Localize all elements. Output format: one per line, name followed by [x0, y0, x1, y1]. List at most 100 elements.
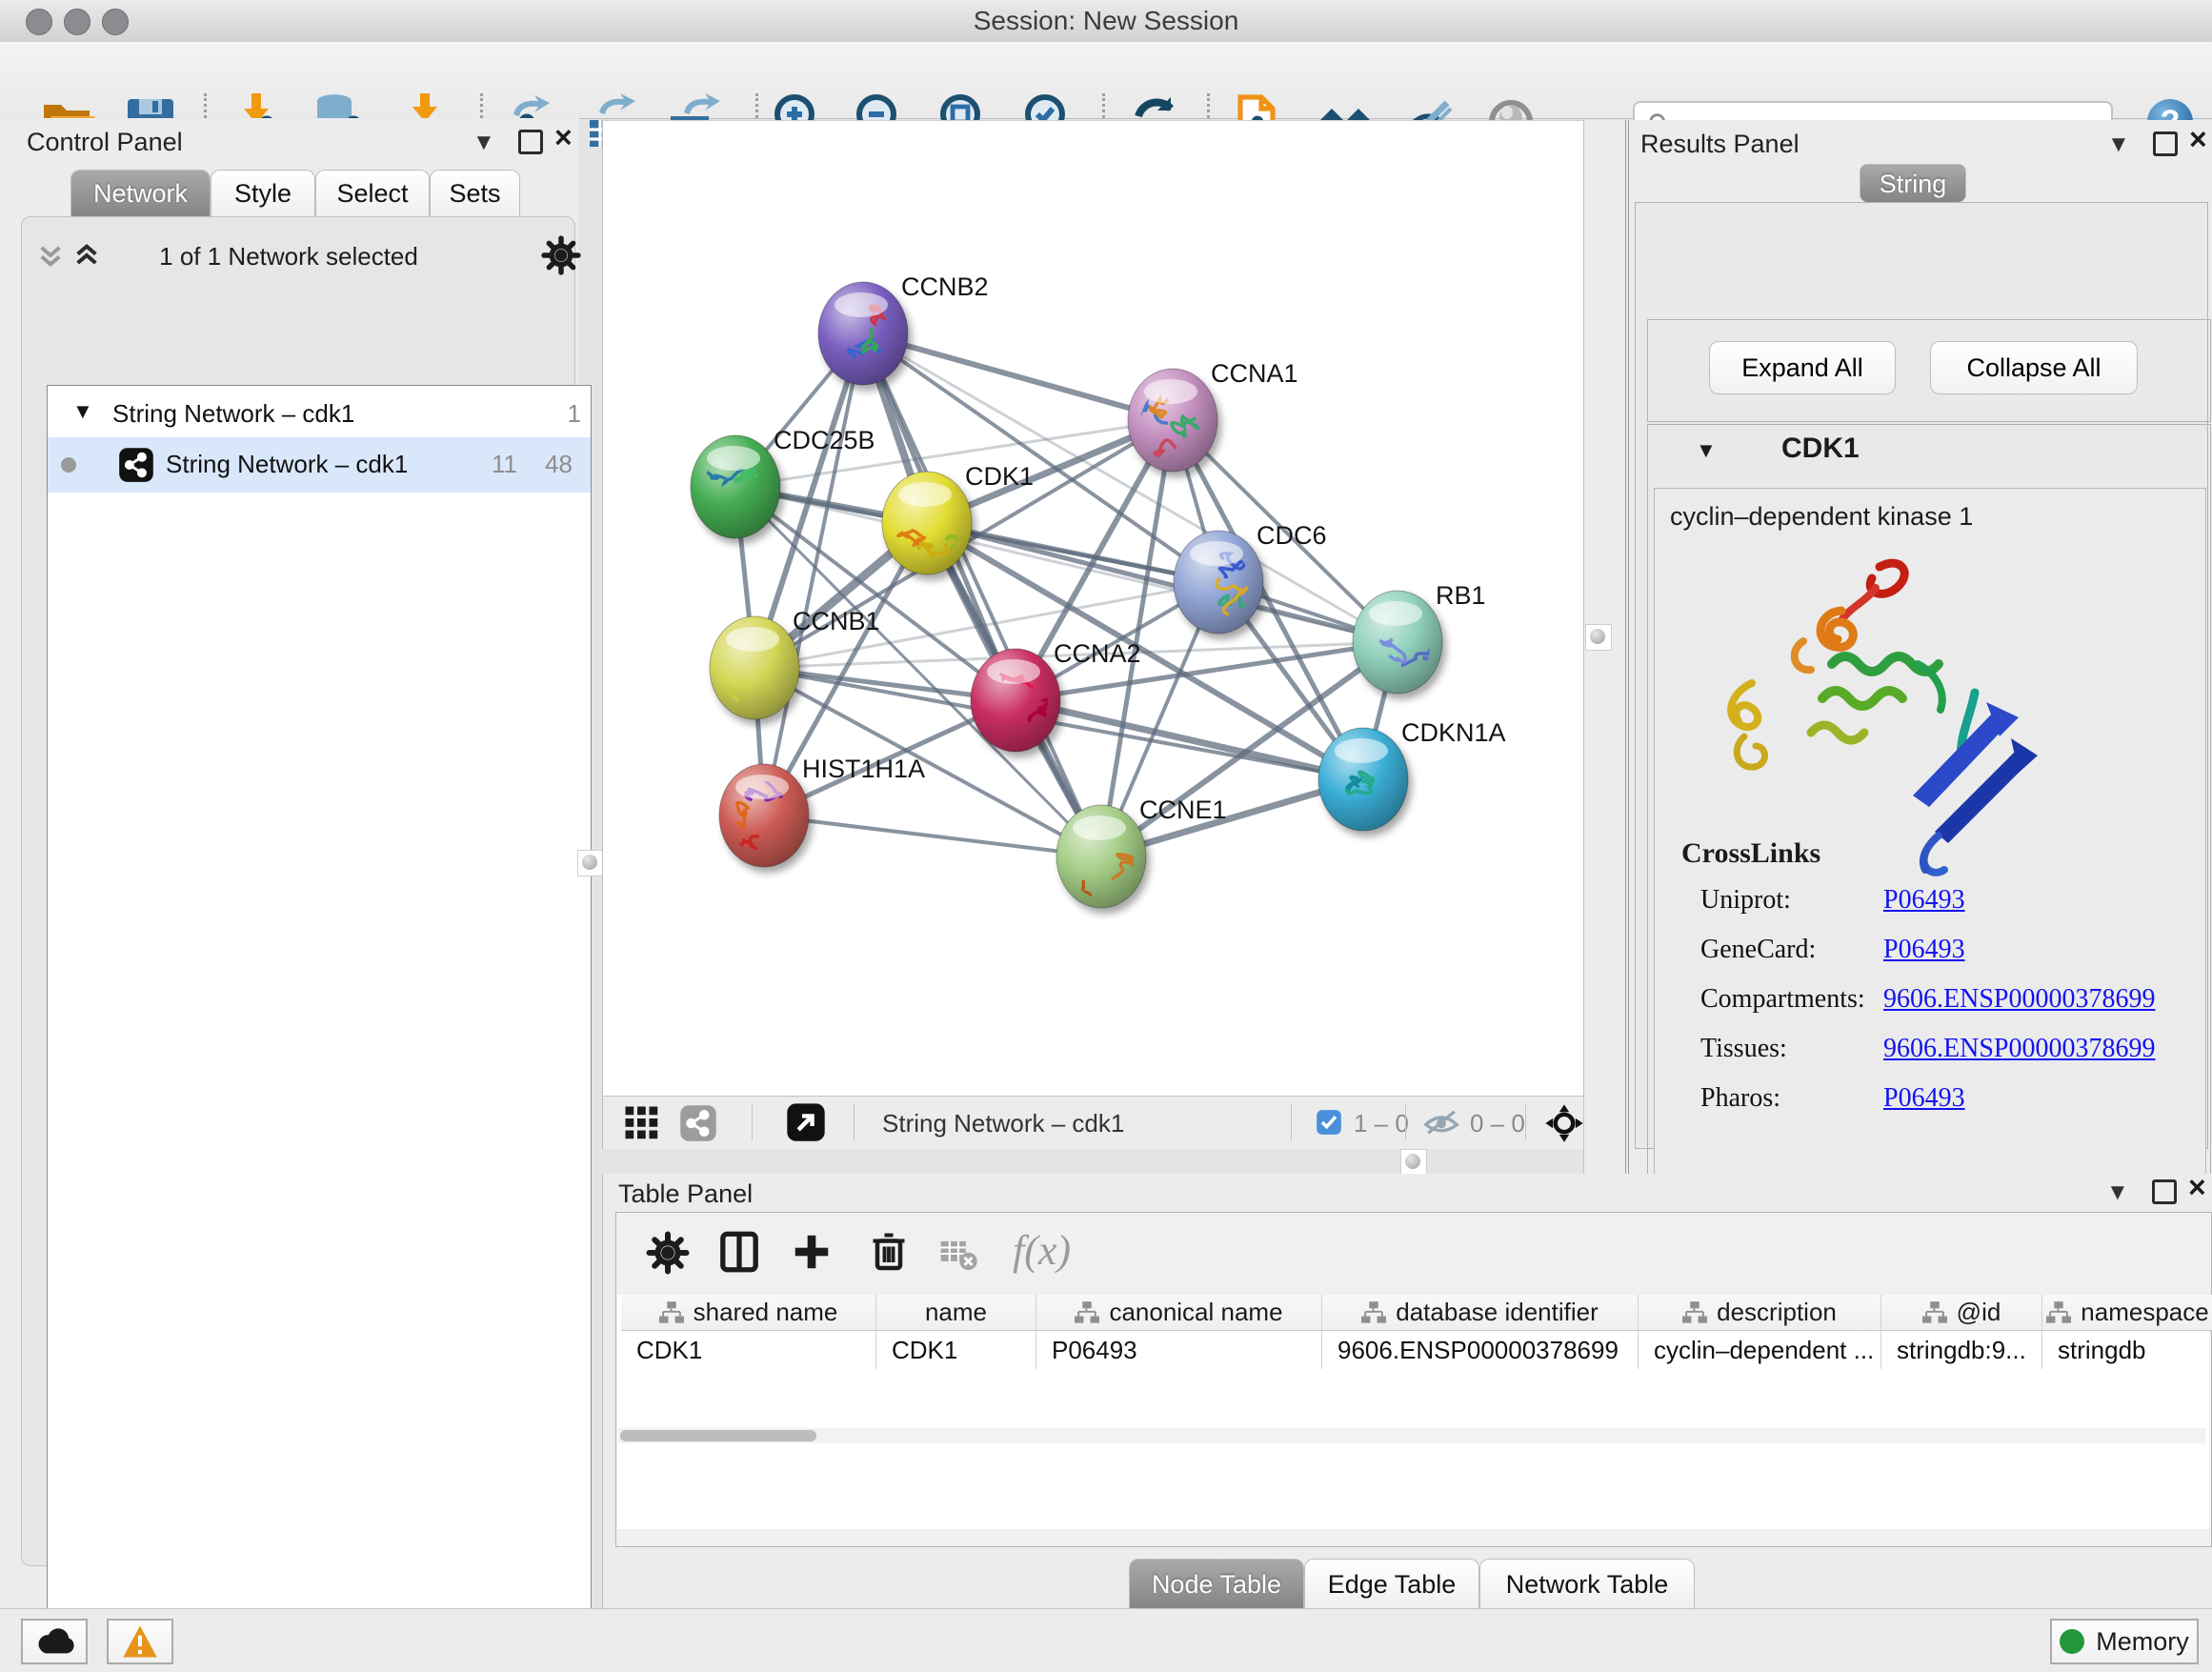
delete-table-icon[interactable] [938, 1234, 978, 1274]
string-view-icon[interactable] [679, 1104, 717, 1142]
node-label-CDK1: CDK1 [965, 462, 1034, 491]
status-bar: Memory [0, 1608, 2212, 1672]
expand-all-networks-icon[interactable] [71, 240, 102, 271]
expand-all-button[interactable]: Expand All [1709, 341, 1896, 394]
hidden-eye-slash-icon[interactable] [1422, 1108, 1460, 1137]
float-panel-icon[interactable] [518, 130, 543, 154]
delete-column-icon[interactable] [866, 1228, 912, 1274]
table-cell[interactable]: P06493 [1036, 1331, 1322, 1369]
tab-network[interactable]: Network [70, 170, 211, 216]
table-cell[interactable]: stringdb [2042, 1331, 2212, 1369]
warning-status-button[interactable] [107, 1619, 173, 1664]
open-external-icon[interactable] [786, 1102, 826, 1142]
panel-menu-icon[interactable]: ▼ [473, 130, 495, 156]
close-panel-icon[interactable]: × [554, 120, 573, 155]
tab-node-table[interactable]: Node Table [1129, 1559, 1304, 1608]
network-node-CDK1[interactable] [882, 472, 975, 574]
crosslink-link[interactable]: P06493 [1883, 935, 1965, 965]
panel-menu-icon[interactable]: ▼ [2106, 1179, 2129, 1206]
table-cell[interactable]: 9606.ENSP00000378699 [1322, 1331, 1639, 1369]
string-results-container: Expand All Collapse All ▼ CDK1 cyclin–de… [1635, 202, 2208, 1149]
cloud-status-button[interactable] [21, 1619, 88, 1664]
node-label-CCNA1: CCNA1 [1211, 359, 1298, 388]
network-node-CCNB2[interactable] [818, 282, 908, 385]
float-panel-icon[interactable] [2152, 1179, 2177, 1204]
column-header-canonical-name[interactable]: canonical name [1036, 1295, 1322, 1331]
network-node-CDC25B[interactable] [691, 435, 780, 538]
network-tree: ▼ String Network – cdk1 1 String Network… [47, 385, 592, 1662]
network-selection-summary: 1 of 1 Network selected [127, 242, 451, 272]
node-table-container: f(x) shared namenamecanonical namedataba… [615, 1212, 2212, 1547]
column-header-@id[interactable]: @id [1881, 1295, 2042, 1331]
birdseye-navigator-icon[interactable] [1544, 1103, 1584, 1143]
toolbar-separator [1405, 1104, 1406, 1140]
collapse-all-button[interactable]: Collapse All [1930, 341, 2138, 394]
section-expander-icon[interactable]: ▼ [1696, 438, 1717, 463]
bottom-splitter-handle[interactable] [1400, 1149, 1427, 1176]
main-toolbar: ? [0, 42, 2212, 119]
node-label-RB1: RB1 [1436, 581, 1486, 610]
network-node-CCNA2[interactable] [971, 649, 1060, 752]
close-panel-icon[interactable]: × [2189, 122, 2207, 157]
network-status-dot-icon [61, 457, 76, 473]
network-row-selected[interactable]: String Network – cdk1 11 48 [48, 437, 591, 493]
network-collection-row[interactable]: ▼ String Network – cdk1 1 [48, 390, 591, 437]
network-node-HIST1H1A[interactable] [714, 764, 809, 867]
network-row-label: String Network – cdk1 [166, 450, 408, 479]
table-cell[interactable]: stringdb:9... [1881, 1331, 2042, 1369]
column-header-namespace[interactable]: namespace [2042, 1295, 2212, 1331]
panel-menu-icon[interactable]: ▼ [2107, 131, 2130, 158]
selected-checkbox-icon[interactable] [1316, 1109, 1342, 1136]
table-settings-gear-icon[interactable] [645, 1230, 691, 1276]
protein-structure-image [1689, 550, 2051, 883]
network-canvas[interactable]: CCNB2CCNA1CDC25BCDK1CDC6RB1CCNB1CCNA2CDK… [602, 120, 1584, 1097]
tab-sets[interactable]: Sets [430, 170, 520, 216]
table-cell[interactable]: CDK1 [876, 1331, 1036, 1369]
network-node-RB1[interactable] [1353, 591, 1442, 694]
table-cell[interactable]: CDK1 [621, 1331, 876, 1369]
crosslink-link[interactable]: P06493 [1883, 885, 1965, 916]
column-type-icon [2046, 1300, 2071, 1325]
crosslink-link[interactable]: P06493 [1883, 1083, 1965, 1114]
network-node-CDKN1A[interactable] [1318, 728, 1408, 831]
crosslink-link[interactable]: 9606.ENSP00000378699 [1883, 1034, 2155, 1064]
edge-HIST1H1A-CCNE1[interactable] [764, 816, 1101, 856]
tab-edge-table[interactable]: Edge Table [1304, 1559, 1479, 1608]
node-label-CCNA2: CCNA2 [1054, 639, 1141, 668]
tree-expander-icon[interactable]: ▼ [72, 399, 93, 424]
column-header-database-identifier[interactable]: database identifier [1322, 1295, 1639, 1331]
column-header-name[interactable]: name [876, 1295, 1036, 1331]
crosslink-label: Uniprot: [1700, 885, 1791, 916]
toolbar-separator [752, 1104, 753, 1140]
results-panel: Results Panel ▼ × String Expand All Coll… [1625, 120, 2212, 1174]
network-node-CDC6[interactable] [1174, 531, 1264, 634]
network-node-CCNE1[interactable] [1056, 805, 1146, 928]
gene-name: CDK1 [1781, 433, 1860, 465]
table-horizontal-scrollbar[interactable] [618, 1428, 2205, 1443]
network-node-CCNB1[interactable] [710, 616, 799, 719]
column-type-icon [659, 1300, 684, 1325]
close-panel-icon[interactable]: × [2188, 1170, 2206, 1205]
tab-select[interactable]: Select [315, 170, 430, 216]
network-node-CCNA1[interactable] [1128, 369, 1217, 472]
network-options-gear-icon[interactable] [540, 234, 582, 276]
memory-button[interactable]: Memory [2050, 1619, 2199, 1664]
crosslink-link[interactable]: 9606.ENSP00000378699 [1883, 984, 2155, 1015]
column-header-description[interactable]: description [1639, 1295, 1881, 1331]
add-column-icon[interactable] [790, 1230, 834, 1274]
right-splitter-handle[interactable] [1585, 624, 1612, 651]
column-header-shared-name[interactable]: shared name [621, 1295, 876, 1331]
show-columns-icon[interactable] [715, 1228, 763, 1276]
scrollbar-thumb[interactable] [620, 1430, 816, 1441]
left-splitter-handle[interactable] [577, 850, 604, 876]
tab-string[interactable]: String [1860, 164, 1966, 202]
function-builder-icon[interactable]: f(x) [1013, 1226, 1071, 1275]
collapse-all-networks-icon[interactable] [35, 240, 66, 271]
network-collection-label: String Network – cdk1 [112, 399, 354, 429]
float-panel-icon[interactable] [2153, 131, 2178, 156]
grid-view-icon[interactable] [622, 1104, 662, 1142]
edge-CCNB2-CCNA1[interactable] [863, 333, 1173, 420]
tab-network-table[interactable]: Network Table [1479, 1559, 1695, 1608]
table-cell[interactable]: cyclin–dependent ... [1639, 1331, 1881, 1369]
tab-style[interactable]: Style [211, 170, 315, 216]
